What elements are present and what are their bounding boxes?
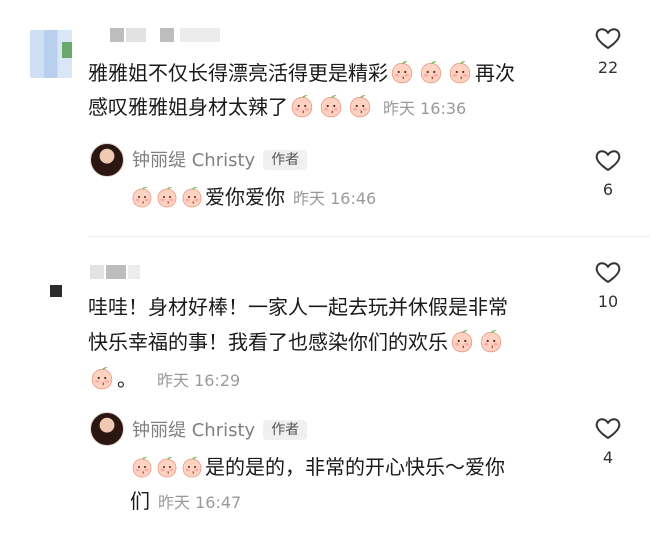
username-blurred-part [180, 28, 220, 42]
peach-kiss-emoji-icon [446, 59, 474, 85]
comment-text-line-2: 快乐幸福的事！我看了也感染你们的欢乐 [88, 325, 506, 359]
reply-timestamp: 昨天 16:46 [293, 189, 377, 208]
username-blurred-part [160, 28, 174, 42]
author-line: 钟丽缇 Christy 作者 [132, 146, 308, 172]
author-avatar[interactable] [90, 143, 124, 177]
peach-blush-kiss-emoji-icon [130, 455, 154, 479]
username-blurred-part [128, 265, 140, 279]
peach-kiss-emoji-icon [417, 59, 445, 85]
reply-text-content: 们 [130, 489, 150, 513]
peach-heart-eyes-emoji-icon [317, 93, 345, 119]
comment-text-line: 再次 [475, 61, 515, 85]
reply-text: 是的是的，非常的开心快乐～爱你 [130, 450, 505, 484]
heart-outline-icon[interactable] [593, 24, 623, 52]
comment-text-line-2: 感叹雅雅姐身材太辣了 昨天 16:36 [88, 90, 466, 126]
like-button[interactable]: 22 [588, 24, 628, 77]
like-button[interactable]: 6 [588, 146, 628, 199]
peach-blush-kiss-emoji-icon [155, 455, 179, 479]
comment-timestamp: 昨天 16:36 [383, 99, 467, 118]
comment-text-line: 感叹雅雅姐身材太辣了 [88, 95, 288, 119]
peach-blush-kiss-emoji-icon [88, 365, 116, 391]
comment-text-line-3: 。 昨天 16:29 [88, 362, 240, 398]
author-name[interactable]: 钟丽缇 Christy [132, 150, 255, 171]
user-avatar-blurred[interactable] [50, 285, 62, 297]
like-count: 4 [602, 448, 614, 467]
heart-outline-icon[interactable] [593, 414, 623, 442]
comment-text: 哇哇！身材好棒！一家人一起去玩并休假是非常 [88, 290, 508, 324]
reply-text-content: 是的是的，非常的开心快乐～爱你 [205, 455, 505, 479]
peach-blush-kiss-emoji-icon [180, 455, 204, 479]
peach-blush-kiss-emoji-icon [155, 185, 179, 209]
author-badge: 作者 [263, 150, 308, 170]
comment-text-line: 快乐幸福的事！我看了也感染你们的欢乐 [88, 330, 448, 354]
comment-text-line: 雅雅姐不仅长得漂亮活得更是精彩 [88, 61, 388, 85]
reply-text-line-2: 们昨天 16:47 [130, 484, 241, 520]
username-blurred[interactable] [90, 265, 104, 279]
username-blurred-part [106, 265, 126, 279]
comment-text-line: 哇哇！身材好棒！一家人一起去玩并休假是非常 [88, 295, 508, 319]
author-name[interactable]: 钟丽缇 Christy [132, 420, 255, 441]
user-avatar-blurred[interactable] [30, 30, 72, 78]
peach-blush-kiss-emoji-icon [477, 328, 505, 354]
peach-blush-kiss-emoji-icon [130, 185, 154, 209]
like-button[interactable]: 4 [588, 414, 628, 467]
peach-heart-eyes-emoji-icon [288, 93, 316, 119]
like-count: 6 [602, 180, 614, 199]
comment-text: 雅雅姐不仅长得漂亮活得更是精彩 再次 [88, 56, 515, 90]
comment-timestamp: 昨天 16:29 [157, 371, 241, 390]
author-line: 钟丽缇 Christy 作者 [132, 416, 308, 442]
peach-blush-kiss-emoji-icon [180, 185, 204, 209]
peach-blush-kiss-emoji-icon [448, 328, 476, 354]
peach-heart-eyes-emoji-icon [346, 93, 374, 119]
heart-outline-icon[interactable] [593, 258, 623, 286]
username-blurred-part [126, 28, 146, 42]
author-badge: 作者 [263, 420, 308, 440]
reply-text-content: 爱你爱你 [205, 185, 285, 209]
reply-text: 爱你爱你 昨天 16:46 [130, 180, 376, 216]
author-avatar[interactable] [90, 412, 124, 446]
like-count: 22 [597, 58, 619, 77]
peach-kiss-emoji-icon [388, 59, 416, 85]
username-blurred[interactable] [110, 28, 124, 42]
reply-timestamp: 昨天 16:47 [158, 493, 242, 512]
like-button[interactable]: 10 [588, 258, 628, 311]
like-count: 10 [597, 292, 619, 311]
divider [88, 236, 650, 237]
comment-text-line: 。 [117, 367, 137, 391]
heart-outline-icon[interactable] [593, 146, 623, 174]
